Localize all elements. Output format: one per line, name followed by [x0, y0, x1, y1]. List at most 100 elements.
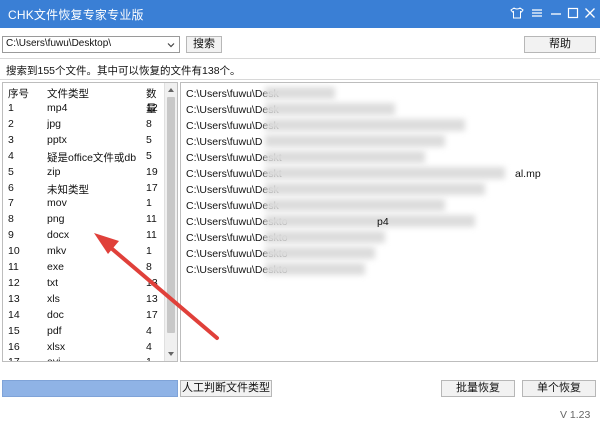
table-row[interactable]: 4 疑是office文件或db... 5 — [3, 149, 165, 165]
row-index: 12 — [8, 276, 20, 289]
shirt-icon[interactable] — [508, 4, 526, 22]
redaction-blur — [265, 263, 365, 275]
row-index: 16 — [8, 340, 20, 353]
redaction-blur — [265, 231, 385, 243]
status-text: 搜索到155个文件。其中可以恢复的文件有138个。 — [0, 58, 600, 80]
row-file-type: png — [47, 213, 65, 226]
title-bar: CHK文件恢复专家专业版 — [0, 0, 600, 28]
table-row[interactable]: 9 docx 11 — [3, 228, 165, 244]
row-index: 4 — [8, 149, 14, 162]
row-file-type: 未知类型 — [47, 183, 89, 196]
redaction-blur — [265, 167, 505, 179]
row-file-type: xls — [47, 292, 60, 305]
chevron-down-icon[interactable] — [165, 39, 177, 51]
row-index: 6 — [8, 181, 14, 194]
table-row[interactable]: 15 pdf 4 — [3, 324, 165, 340]
redaction-blur — [265, 103, 395, 115]
row-file-type: doc — [47, 308, 64, 321]
table-row[interactable]: 6 未知类型 17 — [3, 181, 165, 197]
table-row[interactable]: 16 xlsx 4 — [3, 340, 165, 356]
table-row[interactable]: 17 avi 1 — [3, 355, 165, 361]
row-file-type: jpg — [47, 117, 62, 130]
maximize-icon[interactable] — [564, 4, 582, 22]
row-index: 3 — [8, 133, 14, 146]
row-count: 13 — [146, 292, 158, 305]
table-row[interactable]: 3 pptx 5 — [3, 133, 165, 149]
list-item[interactable]: C:\Users\fuwu\D — [186, 136, 262, 152]
row-count: 1 — [146, 245, 152, 258]
single-recover-button[interactable]: 单个恢复 — [522, 380, 596, 397]
path-fragment: p4 — [377, 216, 389, 228]
table-row[interactable]: 5 zip 19 — [3, 165, 165, 181]
vertical-scrollbar[interactable] — [164, 83, 177, 361]
row-index: 1 — [8, 102, 14, 114]
file-type-list[interactable]: 序号 文件类型 数量 1 mp4 12 2 jpg 8 3 pptx 5 4 疑是office文件或… — [2, 82, 178, 362]
table-row[interactable]: 12 txt 13 — [3, 276, 165, 292]
row-file-type: avi — [47, 356, 137, 361]
row-file-type: txt — [47, 276, 59, 289]
row-file-type: mp4 — [47, 102, 68, 114]
row-count: 19 — [146, 165, 158, 178]
row-index: 7 — [8, 197, 14, 210]
row-count: 1 — [146, 197, 152, 210]
row-count: 8 — [146, 261, 152, 273]
row-file-type: exe — [47, 261, 64, 273]
scrollbar-thumb[interactable] — [167, 97, 175, 333]
redaction-blur — [265, 247, 375, 259]
path-select[interactable]: C:\Users\fuwu\Desktop\ — [2, 36, 180, 53]
table-row[interactable]: 8 png 11 — [3, 212, 165, 228]
file-path-list[interactable]: C:\Users\fuwu\Desk C:\Users\fuwu\Desk C:\U… — [180, 82, 598, 362]
row-file-type: mkv — [47, 245, 67, 258]
header-index[interactable]: 序号 — [8, 86, 29, 101]
redaction-blur — [265, 119, 465, 131]
row-count: 11 — [146, 229, 157, 242]
row-count: 17 — [146, 181, 158, 194]
row-index: 9 — [8, 229, 14, 242]
row-file-type: mov — [47, 197, 67, 210]
redaction-blur — [265, 87, 335, 99]
table-row[interactable]: 13 xls 13 — [3, 292, 165, 308]
row-count: 5 — [146, 133, 152, 146]
row-index: 8 — [8, 213, 14, 226]
table-row[interactable]: 7 mov 1 — [3, 196, 165, 212]
row-index: 17 — [8, 356, 20, 361]
redaction-blur — [265, 183, 485, 195]
row-count: 17 — [146, 308, 158, 321]
row-count: 1 — [146, 356, 152, 361]
table-row[interactable]: 1 mp4 12 — [3, 101, 165, 117]
header-type[interactable]: 文件类型 — [47, 86, 137, 101]
menu-icon[interactable] — [528, 4, 546, 22]
row-file-type: zip — [47, 165, 61, 178]
table-row[interactable]: 14 doc 17 — [3, 308, 165, 324]
row-file-type: xlsx — [47, 340, 66, 353]
table-row[interactable]: 2 jpg 8 — [3, 117, 165, 133]
redaction-blur — [265, 199, 445, 211]
row-index: 13 — [8, 292, 20, 305]
manual-detect-button[interactable]: 人工判断文件类型 — [180, 380, 272, 397]
row-file-type: pdf — [47, 324, 62, 337]
row-count: 4 — [146, 324, 152, 337]
redaction-blur — [265, 215, 475, 227]
row-file-type: docx — [47, 229, 70, 242]
close-icon[interactable] — [581, 4, 599, 22]
scroll-up-icon[interactable] — [167, 86, 175, 94]
row-count: 5 — [146, 149, 152, 162]
version-label: V 1.23 — [560, 409, 591, 421]
row-index: 2 — [8, 117, 14, 130]
window-title: CHK文件恢复专家专业版 — [8, 8, 144, 22]
row-index: 15 — [8, 324, 20, 337]
batch-recover-button[interactable]: 批量恢复 — [441, 380, 515, 397]
path-value: C:\Users\fuwu\Desktop\ — [6, 38, 112, 49]
scroll-down-icon[interactable] — [167, 350, 175, 358]
search-button[interactable]: 搜索 — [186, 36, 222, 53]
table-row[interactable]: 11 exe 8 — [3, 260, 165, 276]
row-count: 12 — [146, 102, 158, 114]
row-file-type: 疑是office文件或db... — [47, 151, 137, 164]
redaction-blur — [265, 135, 445, 147]
list-header: 序号 文件类型 数量 — [3, 83, 165, 115]
table-row[interactable]: 10 mkv 1 — [3, 244, 165, 260]
help-button[interactable]: 帮助 — [524, 36, 596, 53]
minimize-icon[interactable] — [547, 4, 565, 22]
row-index: 11 — [8, 261, 19, 273]
row-file-type: pptx — [47, 133, 67, 146]
